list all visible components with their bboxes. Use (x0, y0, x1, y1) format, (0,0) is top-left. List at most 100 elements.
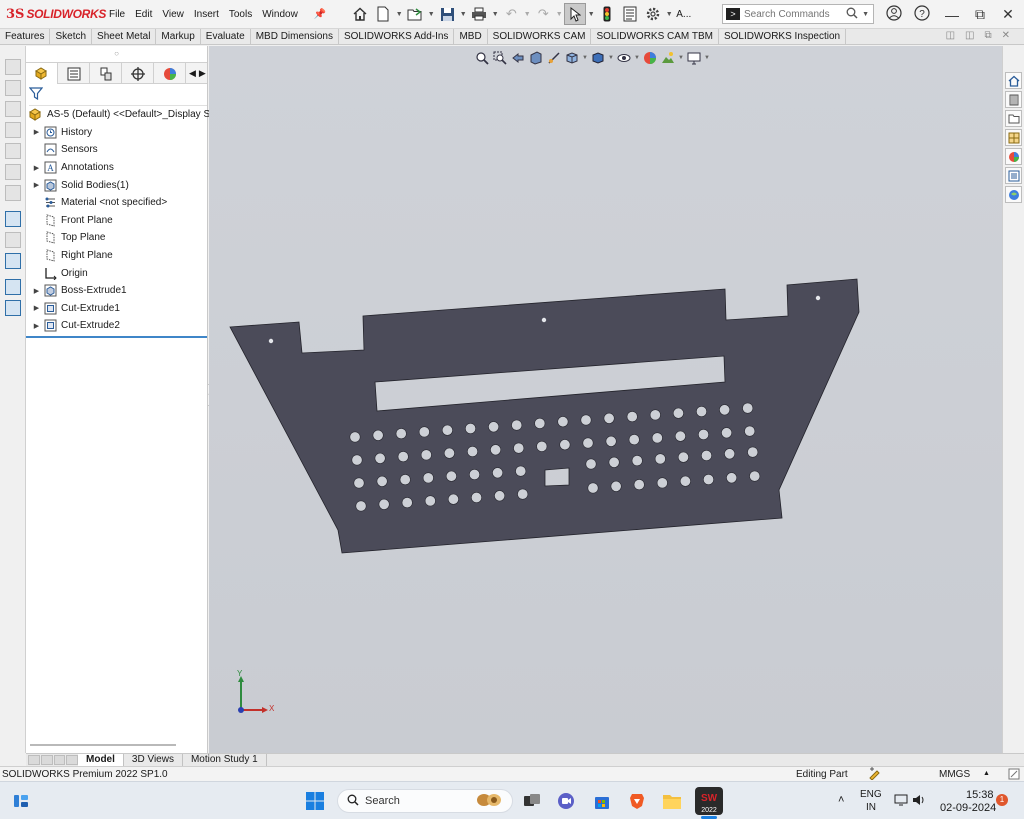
tree-item-top-plane[interactable]: Top Plane (26, 229, 207, 247)
previous-view-icon[interactable] (510, 50, 526, 66)
filter-icon[interactable] (28, 86, 44, 103)
rollback-bar[interactable] (26, 335, 207, 338)
chevron-down-icon[interactable]: ▼ (608, 55, 614, 61)
volume-icon[interactable] (912, 794, 926, 809)
toolbar-overflow[interactable]: A... (676, 9, 691, 20)
prev-tab-button[interactable] (40, 755, 53, 765)
chevron-up-icon[interactable]: ˄ (838, 794, 844, 806)
edit-appearance-icon[interactable] (642, 50, 658, 66)
strip-tool-icon[interactable] (4, 101, 21, 117)
zoom-to-area-icon[interactable] (492, 50, 508, 66)
apply-scene-icon[interactable] (660, 50, 676, 66)
expand-arrow-icon[interactable]: ▶ (32, 304, 41, 312)
select-icon[interactable] (564, 3, 587, 25)
section-view-icon[interactable] (528, 50, 544, 66)
tile-left-icon[interactable]: ◫ (946, 30, 955, 41)
tab-markup[interactable]: Markup (156, 29, 201, 44)
chevron-down-icon[interactable]: ▼ (523, 11, 531, 18)
chevron-up-icon[interactable]: ▲ (983, 770, 990, 777)
open-folder-icon[interactable] (404, 3, 426, 25)
tree-item-material-not-specified[interactable]: Material <not specified> (26, 194, 207, 212)
network-icon[interactable] (894, 794, 908, 809)
clock-date[interactable]: 02-09-2024 (940, 802, 996, 814)
user-account-icon[interactable] (880, 5, 908, 24)
expand-arrow-icon[interactable]: ▶ (32, 164, 41, 172)
chevron-down-icon[interactable]: ▼ (459, 11, 467, 18)
first-tab-button[interactable] (28, 755, 40, 765)
tree-item-sensors[interactable]: Sensors (26, 141, 207, 159)
tree-item-cut-extrude2[interactable]: ▶ Cut-Extrude2 (26, 317, 207, 335)
task-view-icon[interactable] (521, 790, 543, 812)
tab-model[interactable]: Model (78, 754, 124, 766)
view-orientation-icon[interactable] (564, 50, 580, 66)
restore-icon[interactable]: ⧉ (984, 30, 991, 41)
menu-insert[interactable]: Insert (189, 9, 224, 20)
options-gear-icon[interactable] (642, 3, 664, 25)
new-document-icon[interactable] (372, 3, 394, 25)
chevron-left-icon[interactable]: ◀ (189, 68, 196, 79)
chevron-right-icon[interactable]: ▶ (199, 68, 206, 79)
strip-tool-icon[interactable] (4, 143, 21, 159)
tree-filter-bar[interactable] (28, 84, 207, 106)
strip-tool-icon[interactable] (4, 80, 21, 96)
solidworks-forum-icon[interactable] (1005, 186, 1022, 203)
home-icon[interactable] (349, 3, 371, 25)
notification-badge[interactable]: 1 (996, 794, 1008, 806)
last-tab-button[interactable] (66, 755, 78, 765)
strip-tool-icon[interactable] (4, 122, 21, 138)
region-label[interactable]: IN (866, 802, 876, 813)
file-properties-icon[interactable] (619, 3, 641, 25)
display-style-icon[interactable] (590, 50, 606, 66)
tab-scroll-arrows[interactable]: ◀ ▶ (186, 63, 206, 83)
tab-solidworks-cam-tbm[interactable]: SOLIDWORKS CAM TBM (591, 29, 719, 44)
tree-item-front-plane[interactable]: Front Plane (26, 212, 207, 230)
expand-arrow-icon[interactable]: ▶ (32, 128, 41, 136)
chevron-down-icon[interactable]: ▼ (491, 11, 499, 18)
search-icon[interactable] (846, 7, 858, 22)
chevron-down-icon[interactable]: ▼ (582, 55, 588, 61)
minimize-icon[interactable]: — (938, 7, 966, 23)
strip-tool-icon[interactable] (4, 211, 21, 227)
tab-motion-study-1[interactable]: Motion Study 1 (183, 754, 267, 766)
strip-tool-icon[interactable] (4, 164, 21, 180)
tree-item-solid-bodies-1[interactable]: ▶ Solid Bodies(1) (26, 176, 207, 194)
undo-icon[interactable]: ↶ (500, 3, 522, 25)
appearances-icon[interactable] (1005, 148, 1022, 165)
configuration-manager-tab-icon[interactable] (90, 63, 122, 84)
tab-sheet-metal[interactable]: Sheet Metal (92, 29, 157, 44)
expand-arrow-icon[interactable]: ▶ (32, 287, 41, 295)
solidworks-resources-icon[interactable] (1005, 72, 1022, 89)
display-manager-tab-icon[interactable] (154, 63, 186, 84)
tile-right-icon[interactable]: ◫ (965, 30, 974, 41)
close-icon[interactable]: ✕ (994, 6, 1022, 23)
pin-icon[interactable]: 📌 (309, 9, 331, 20)
file-explorer-icon[interactable] (1005, 110, 1022, 127)
strip-tool-icon[interactable] (4, 232, 21, 248)
command-search[interactable]: > ▼ (722, 4, 874, 24)
graphics-area[interactable]: ▼ ▼ ▼ ▼ ▼ Y X (209, 46, 1002, 753)
tree-item-boss-extrude1[interactable]: ▶ Boss-Extrude1 (26, 282, 207, 300)
windows-start-icon[interactable] (304, 790, 326, 812)
solidworks-logo[interactable]: 3S SOLIDWORKS (0, 7, 106, 22)
tab-sketch[interactable]: Sketch (50, 29, 93, 44)
tab-solidworks-inspection[interactable]: SOLIDWORKS Inspection (719, 29, 847, 44)
save-icon[interactable] (436, 3, 458, 25)
tab-features[interactable]: Features (0, 29, 51, 44)
file-explorer-icon[interactable] (661, 790, 683, 812)
rebuild-icon[interactable] (596, 3, 618, 25)
view-settings-icon[interactable] (686, 50, 702, 66)
hide-show-items-icon[interactable] (616, 50, 632, 66)
tree-item-annotations[interactable]: ▶ A Annotations (26, 159, 207, 177)
expand-arrow-icon[interactable]: ▶ (32, 181, 41, 189)
brave-browser-icon[interactable] (626, 790, 648, 812)
strip-tool-icon[interactable] (4, 59, 21, 75)
menu-view[interactable]: View (157, 9, 189, 20)
tab-mbd[interactable]: MBD (454, 29, 488, 44)
custom-properties-icon[interactable] (1005, 167, 1022, 184)
next-tab-button[interactable] (53, 755, 66, 765)
zoom-to-fit-icon[interactable] (474, 50, 490, 66)
strip-tool-icon[interactable] (4, 185, 21, 201)
tree-item-right-plane[interactable]: Right Plane (26, 247, 207, 265)
tab-3d-views[interactable]: 3D Views (124, 754, 183, 766)
redo-icon[interactable]: ↷ (532, 3, 554, 25)
